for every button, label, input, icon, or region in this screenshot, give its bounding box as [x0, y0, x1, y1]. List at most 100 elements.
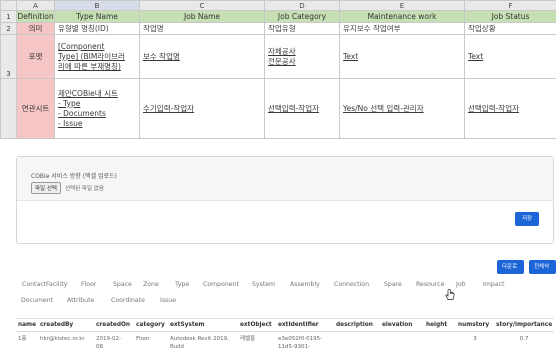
row-header-4[interactable]: 4: [0, 78, 17, 139]
file-picker: 파일 선택 선택된 파일 없음: [31, 182, 104, 194]
cell-f1[interactable]: Job Status: [464, 10, 556, 23]
corner-cell[interactable]: [0, 0, 17, 11]
tab-impact[interactable]: Impact: [483, 281, 513, 288]
cell-c4-text: 수기입력-작업자: [143, 104, 195, 113]
cell-f3[interactable]: Text: [464, 34, 556, 79]
upload-header: COBie 서비스 방향 (엑셀 업로드) 파일 선택 선택된 파일 없음: [17, 157, 553, 201]
cell-b1[interactable]: Type Name: [54, 10, 140, 23]
tab-facility[interactable]: Facility: [46, 281, 81, 288]
cell-createdon: 2019-02- 08: [96, 336, 121, 350]
cell-f4-text: 선택입력-작업자: [468, 104, 520, 113]
cell-d2[interactable]: 작업유형: [264, 22, 340, 35]
cell-numstory: 3: [473, 336, 477, 342]
col-createdon[interactable]: createdOn: [94, 318, 134, 332]
col-header-d[interactable]: D: [264, 0, 340, 11]
col-story-importance[interactable]: story/importance: [494, 318, 554, 332]
tab-type[interactable]: Type: [175, 281, 203, 288]
tab-connection[interactable]: Connection: [334, 281, 384, 288]
tab-issue[interactable]: Issue: [160, 297, 190, 304]
tab-document[interactable]: Document: [21, 297, 67, 304]
cell-c3[interactable]: 보수 작업명: [139, 34, 265, 79]
cell-category: Floor: [136, 336, 150, 342]
table-actions: 다운로드 전체삭제: [497, 260, 556, 284]
col-extidentifier[interactable]: extIdentifier: [276, 318, 334, 332]
row-header-1[interactable]: 1: [0, 10, 17, 23]
cell-d1[interactable]: Job Category: [264, 10, 340, 23]
cell-e3[interactable]: Text: [339, 34, 465, 79]
upload-card: COBie 서비스 방향 (엑셀 업로드) 파일 선택 선택된 파일 없음 저장: [16, 156, 554, 244]
table-row[interactable]: 1층 hkr@kistec.or.kr 2019-02- 08 Floor Au…: [16, 332, 554, 355]
cell-f4[interactable]: 선택입력-작업자: [464, 78, 556, 139]
col-category[interactable]: category: [134, 318, 168, 332]
cell-b3-text: [Component Type] (BIM라이브러 리에 따른 부재명칭): [58, 41, 125, 71]
col-height[interactable]: height: [424, 318, 456, 332]
cell-extsystem: Autodesk Revit 2019, Build: [170, 336, 229, 350]
tab-resource[interactable]: Resource: [416, 281, 456, 288]
cell-a4[interactable]: 연관시트: [16, 78, 55, 139]
tab-zone[interactable]: Zone: [143, 281, 175, 288]
cell-story-importance: 0.7: [519, 336, 529, 342]
tab-floor[interactable]: Floor: [81, 281, 113, 288]
cell-description: [334, 332, 380, 355]
col-numstory[interactable]: numstory: [456, 318, 494, 332]
cell-e4-text: Yes/No 선택 입력-관리자: [343, 104, 424, 113]
col-extobject[interactable]: extObject: [238, 318, 276, 332]
cell-e4[interactable]: Yes/No 선택 입력-관리자: [339, 78, 465, 139]
cell-f3-text: Text: [468, 52, 484, 61]
download-button[interactable]: 다운로드: [497, 260, 524, 284]
cell-c2[interactable]: 작업명: [139, 22, 265, 35]
spreadsheet: A B C D E F 1 Definition Type Name Job N…: [0, 0, 556, 150]
cell-extidentifier: e3e052f0-0195- 11d5-9301-: [278, 336, 323, 350]
cell-elevation: [380, 332, 424, 355]
col-header-a[interactable]: A: [16, 0, 55, 11]
cell-e2[interactable]: 유지보수 작업여부: [339, 22, 465, 35]
col-createdby[interactable]: createdBy: [38, 318, 94, 332]
row-header-3[interactable]: 3: [0, 34, 17, 79]
cell-createdby: hkr@kistec.or.kr: [40, 336, 85, 342]
sheet-tabs: Contact Facility Floor Space Zone Type C…: [21, 281, 552, 304]
cell-d3[interactable]: 자체공사 전문공사: [264, 34, 340, 79]
col-header-f[interactable]: F: [464, 0, 556, 11]
tab-component[interactable]: Component: [203, 281, 252, 288]
tab-job[interactable]: Job: [456, 281, 483, 288]
cell-extobject: 레벨들: [240, 336, 256, 342]
cell-d4[interactable]: 선택입력-작업자: [264, 78, 340, 139]
tab-attribute[interactable]: Attribute: [67, 297, 111, 304]
col-description[interactable]: description: [334, 318, 380, 332]
cobie-floor-table: name createdBy createdOn category extSys…: [16, 318, 554, 354]
col-header-e[interactable]: E: [339, 0, 465, 11]
cell-c4[interactable]: 수기입력-작업자: [139, 78, 265, 139]
cell-a1[interactable]: Definition: [16, 10, 55, 23]
col-header-b[interactable]: B: [54, 0, 140, 11]
tab-spare[interactable]: Spare: [384, 281, 416, 288]
delete-all-button[interactable]: 전체삭제: [529, 260, 556, 284]
cell-d4-text: 선택입력-작업자: [268, 104, 320, 113]
tab-space[interactable]: Space: [113, 281, 143, 288]
row-header-2[interactable]: 2: [0, 22, 17, 35]
col-elevation[interactable]: elevation: [380, 318, 424, 332]
hand-pointer-icon: [445, 289, 455, 300]
tab-contact[interactable]: Contact: [22, 281, 46, 288]
tab-row-2: Document Attribute Coordinate Issue: [21, 297, 552, 304]
cell-e1[interactable]: Maintenance work: [339, 10, 465, 23]
cell-b3[interactable]: [Component Type] (BIM라이브러 리에 따른 부재명칭): [54, 34, 140, 79]
cell-height: [424, 332, 456, 355]
col-header-c[interactable]: C: [139, 0, 265, 11]
upload-title: COBie 서비스 방향 (엑셀 업로드): [31, 173, 117, 180]
cell-c1[interactable]: Job Name: [139, 10, 265, 23]
tab-coordinate[interactable]: Coordinate: [111, 297, 160, 304]
cell-f2[interactable]: 작업상황: [464, 22, 556, 35]
cell-a3[interactable]: 포맷: [16, 34, 55, 79]
col-extsystem[interactable]: extSystem: [168, 318, 238, 332]
tab-assembly[interactable]: Assembly: [290, 281, 334, 288]
col-name[interactable]: name: [16, 318, 38, 332]
save-button[interactable]: 저장: [515, 212, 539, 226]
cell-b2[interactable]: 유형별 명칭(ID): [54, 22, 140, 35]
choose-file-button[interactable]: 파일 선택: [31, 182, 61, 194]
tab-system[interactable]: System: [252, 281, 290, 288]
cell-a2[interactable]: 의미: [16, 22, 55, 35]
file-status-label: 선택된 파일 없음: [65, 186, 104, 192]
cell-name: 1층: [18, 336, 27, 342]
cell-b4[interactable]: 제만COBie내 시트 - Type - Documents - Issue: [54, 78, 140, 139]
spreadsheet-grid: A B C D E F 1 Definition Type Name Job N…: [0, 0, 556, 139]
